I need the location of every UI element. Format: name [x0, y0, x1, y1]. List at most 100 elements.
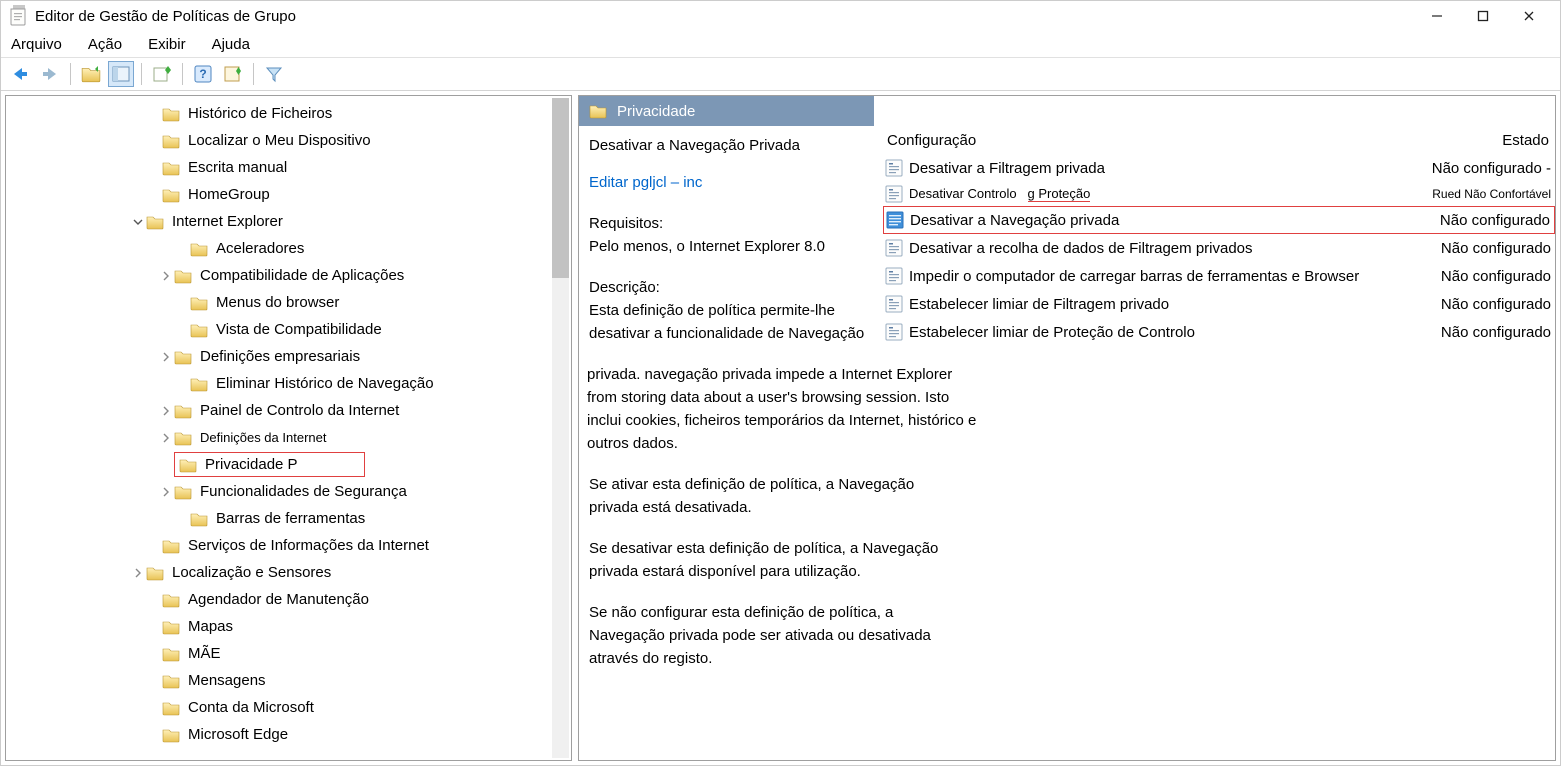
- description-text-3: Se ativar esta definição de política, a …: [589, 473, 929, 519]
- settings-row-state: Não configurado: [1421, 296, 1555, 313]
- folder-icon: [174, 484, 192, 500]
- up-button[interactable]: [78, 61, 104, 87]
- menu-file[interactable]: Arquivo: [11, 36, 62, 53]
- scrollbar-thumb[interactable]: [552, 98, 569, 278]
- list-header: Configuração Estado: [883, 126, 1555, 154]
- folder-icon: [179, 457, 197, 473]
- folder-icon: [174, 268, 192, 284]
- settings-row[interactable]: Desativar a Filtragem privadaNão configu…: [883, 154, 1555, 182]
- tree-scrollbar[interactable]: [552, 98, 569, 758]
- tree-pane: Histórico de Ficheiros Localizar o Meu Di…: [5, 95, 572, 761]
- help-button[interactable]: ?: [190, 61, 216, 87]
- menu-action[interactable]: Ação: [88, 36, 122, 53]
- properties-button[interactable]: [220, 61, 246, 87]
- tree-node[interactable]: Barras de ferramentas: [6, 505, 571, 532]
- tree-node-label: Microsoft Edge: [188, 726, 288, 743]
- menubar: Arquivo Ação Exibir Ajuda: [1, 31, 1560, 57]
- tree-node-label: Conta da Microsoft: [188, 699, 314, 716]
- tree-node[interactable]: Agendador de Manutenção: [6, 586, 571, 613]
- folder-icon: [190, 376, 208, 392]
- show-pane-button[interactable]: [108, 61, 134, 87]
- folder-icon: [190, 241, 208, 257]
- chevron-right-icon[interactable]: [158, 406, 174, 416]
- tree-node[interactable]: Microsoft Edge: [6, 721, 571, 748]
- settings-row[interactable]: Desativar a recolha de dados de Filtrage…: [883, 234, 1555, 262]
- toolbar-separator: [182, 63, 183, 85]
- chevron-down-icon[interactable]: [130, 217, 146, 227]
- tree-node-label: Privacidade P: [205, 456, 358, 473]
- column-config[interactable]: Configuração: [883, 132, 1421, 149]
- chevron-right-icon[interactable]: [158, 487, 174, 497]
- toolbar-separator: [141, 63, 142, 85]
- back-button[interactable]: [7, 61, 33, 87]
- folder-icon: [162, 727, 180, 743]
- tree-node[interactable]: Vista de Compatibilidade: [6, 316, 571, 343]
- settings-row[interactable]: Estabelecer limiar de Proteção de Contro…: [883, 318, 1555, 346]
- folder-icon: [190, 322, 208, 338]
- folder-icon: [589, 103, 607, 119]
- tree-node[interactable]: Mapas: [6, 613, 571, 640]
- filter-button[interactable]: [261, 61, 287, 87]
- policy-selected-icon: [886, 211, 904, 229]
- maximize-button[interactable]: [1460, 1, 1506, 31]
- chevron-right-icon[interactable]: [158, 433, 174, 443]
- chevron-right-icon[interactable]: [130, 568, 146, 578]
- export-button[interactable]: [149, 61, 175, 87]
- chevron-right-icon[interactable]: [158, 271, 174, 281]
- policy-icon: [885, 185, 903, 203]
- folder-icon: [162, 160, 180, 176]
- folder-icon: [162, 538, 180, 554]
- tree-node-label: Eliminar Histórico de Navegação: [216, 375, 434, 392]
- column-state[interactable]: Estado: [1421, 132, 1555, 149]
- folder-icon: [162, 700, 180, 716]
- tree-node-label: Histórico de Ficheiros: [188, 105, 332, 122]
- tree[interactable]: Histórico de Ficheiros Localizar o Meu Di…: [6, 96, 571, 752]
- tree-node[interactable]: MÃE: [6, 640, 571, 667]
- tree-node[interactable]: Escrita manual: [6, 154, 571, 181]
- tree-node[interactable]: Painel de Controlo da Internet: [6, 397, 571, 424]
- tree-node[interactable]: Compatibilidade de Aplicações: [6, 262, 571, 289]
- tree-node[interactable]: Internet Explorer: [6, 208, 571, 235]
- tree-node[interactable]: Aceleradores: [6, 235, 571, 262]
- tree-node[interactable]: Serviços de Informações da Internet: [6, 532, 571, 559]
- policy-icon: [885, 267, 903, 285]
- tree-node-label: Definições da Internet: [200, 430, 326, 445]
- chevron-right-icon[interactable]: [158, 352, 174, 362]
- settings-row-label: Desativar a Filtragem privada: [909, 160, 1421, 177]
- tree-node[interactable]: HomeGroup: [6, 181, 571, 208]
- settings-row[interactable]: Estabelecer limiar de Filtragem privadoN…: [883, 290, 1555, 318]
- description-text-1: Esta definição de política permite-lhe d…: [589, 299, 875, 345]
- tree-node[interactable]: Eliminar Histórico de Navegação: [6, 370, 571, 397]
- tree-node[interactable]: Privacidade P: [174, 452, 365, 477]
- settings-row[interactable]: Desativar Controlo g ProteçãoRued Não Co…: [883, 182, 1555, 206]
- edit-policy-link[interactable]: Editar pgljcl – inc: [589, 174, 702, 191]
- settings-row[interactable]: Desativar a Navegação privadaNão configu…: [883, 206, 1555, 234]
- tree-node-label: Barras de ferramentas: [216, 510, 365, 527]
- menu-help[interactable]: Ajuda: [212, 36, 250, 53]
- tree-node-label: Mensagens: [188, 672, 266, 689]
- folder-icon: [162, 673, 180, 689]
- tree-node[interactable]: Definições da Internet: [6, 424, 571, 451]
- settings-row-label: Estabelecer limiar de Proteção de Contro…: [909, 324, 1421, 341]
- tree-node-label: Internet Explorer: [172, 213, 283, 230]
- tree-node[interactable]: Localização e Sensores: [6, 559, 571, 586]
- tree-node[interactable]: Histórico de Ficheiros: [6, 100, 571, 127]
- settings-row-state: Não configurado -: [1421, 160, 1555, 177]
- close-button[interactable]: [1506, 1, 1552, 31]
- minimize-button[interactable]: [1414, 1, 1460, 31]
- tree-node[interactable]: Funcionalidades de Segurança: [6, 478, 571, 505]
- forward-button[interactable]: [37, 61, 63, 87]
- menu-view[interactable]: Exibir: [148, 36, 186, 53]
- tree-node-label: Localização e Sensores: [172, 564, 331, 581]
- settings-row-label: Impedir o computador de carregar barras …: [909, 268, 1421, 285]
- tree-node[interactable]: Localizar o Meu Dispositivo: [6, 127, 571, 154]
- description-label: Descrição:: [589, 276, 875, 299]
- tree-node-label: Painel de Controlo da Internet: [200, 402, 399, 419]
- settings-row[interactable]: Impedir o computador de carregar barras …: [883, 262, 1555, 290]
- details-header-label: Privacidade: [617, 103, 695, 120]
- folder-icon: [162, 592, 180, 608]
- tree-node[interactable]: Definições empresariais: [6, 343, 571, 370]
- tree-node[interactable]: Conta da Microsoft: [6, 694, 571, 721]
- tree-node[interactable]: Mensagens: [6, 667, 571, 694]
- tree-node[interactable]: Menus do browser: [6, 289, 571, 316]
